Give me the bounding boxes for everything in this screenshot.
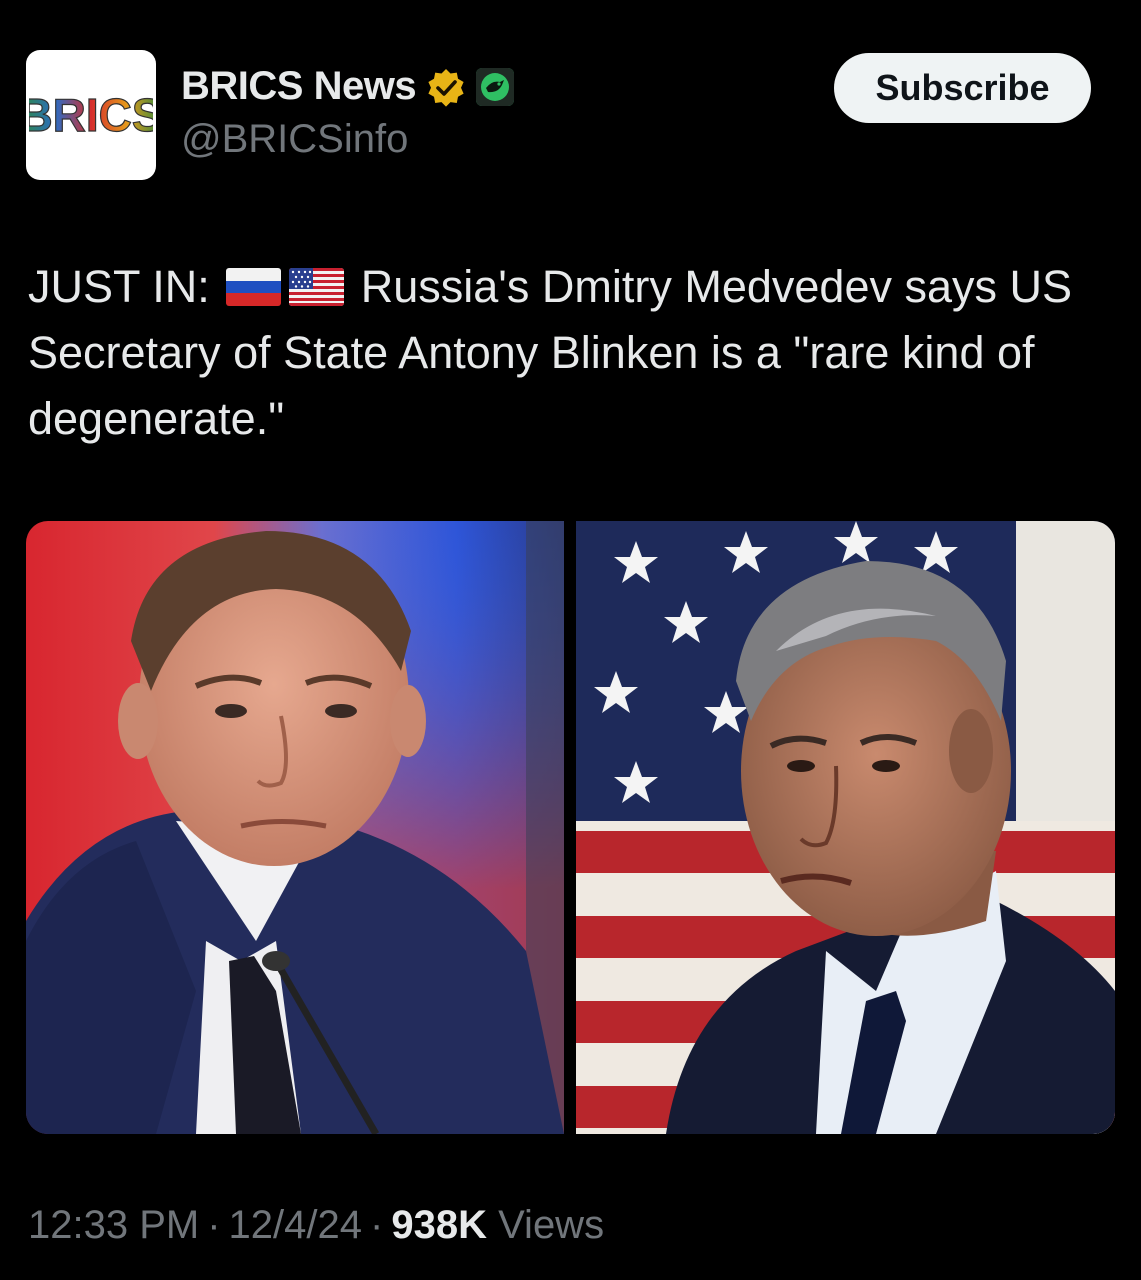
author-name-row[interactable]: BRICS News (181, 64, 515, 109)
medvedev-photo[interactable] (26, 521, 564, 1134)
meta-separator: · (207, 1203, 221, 1247)
media-divider (564, 521, 576, 1134)
affiliate-badge-icon[interactable] (476, 67, 515, 106)
brics-logo: BRICS (29, 88, 153, 141)
usa-flag-icon (289, 268, 345, 307)
post-date[interactable]: 12/4/24 (229, 1203, 362, 1247)
brics-logo-text: BRICS (29, 89, 153, 141)
views-count: 938K (391, 1203, 487, 1247)
post-meta: 12:33 PM · 12/4/24 · 938K Views (28, 1203, 604, 1248)
display-name[interactable]: BRICS News (181, 64, 417, 109)
subscribe-button[interactable]: Subscribe (834, 53, 1091, 123)
post-text: JUST IN: Russia's Dmitry Medvedev says U… (28, 254, 1118, 452)
blinken-photo[interactable] (576, 521, 1115, 1134)
views-label: Views (498, 1203, 605, 1247)
verified-badge-icon[interactable] (426, 67, 466, 107)
tweet-card: BRICS BRICS News @BRICSinfo Subscribe JU… (0, 0, 1141, 1280)
post-time[interactable]: 12:33 PM (28, 1203, 199, 1247)
meta-separator: · (370, 1203, 384, 1247)
media-grid[interactable] (26, 521, 1115, 1134)
author-handle[interactable]: @BRICSinfo (181, 117, 408, 162)
post-prefix: JUST IN: (28, 261, 210, 312)
russia-flag-icon (226, 268, 282, 307)
avatar[interactable]: BRICS (26, 50, 156, 180)
